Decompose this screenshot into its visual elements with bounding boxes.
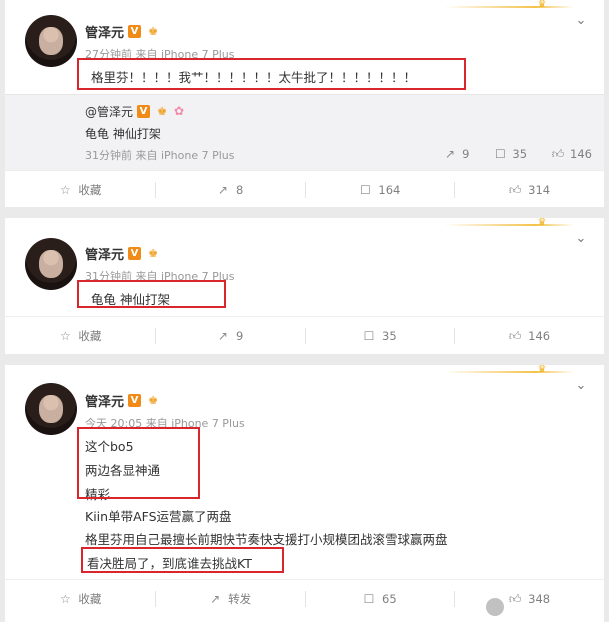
repost-comment-button[interactable]: ☐ 35 xyxy=(493,147,527,161)
comment-icon: ☐ xyxy=(363,592,375,606)
share-icon: ↗ xyxy=(217,183,228,197)
chevron-down-icon[interactable]: ⌄ xyxy=(574,379,588,393)
author-row: 管泽元 V ♚ xyxy=(85,391,161,410)
crown-icon: ♛ xyxy=(537,217,547,228)
weibo-card-1: ♛ ⌄ 管泽元 V ♚ 27分钟前 来自 iPhone 7 Plus 格里芬！！… xyxy=(5,0,604,207)
crown-icon: ♛ xyxy=(537,0,547,10)
repost-button[interactable]: ↗ 转发 xyxy=(154,580,305,618)
verified-icon: V xyxy=(128,394,142,407)
avatar[interactable] xyxy=(25,238,77,290)
thumbs-up-icon: 👍︎ xyxy=(551,147,565,161)
highlight-box xyxy=(77,280,226,308)
crown-icon: ♛ xyxy=(537,364,547,375)
repost-like-button[interactable]: 👍︎ 146 xyxy=(551,147,592,161)
author-name[interactable]: 管泽元 xyxy=(85,391,124,410)
chevron-down-icon[interactable]: ⌄ xyxy=(574,14,588,28)
comment-icon: ☐ xyxy=(363,329,375,343)
level-icon: ♚ xyxy=(148,394,158,407)
avatar[interactable] xyxy=(25,15,77,67)
flower-icon: ✿ xyxy=(174,104,185,118)
gold-decoration xyxy=(444,6,574,8)
repost-button[interactable]: ↗ 8 xyxy=(154,171,305,209)
watermark-logo-icon xyxy=(486,598,505,616)
author-row: 管泽元 V ♚ xyxy=(85,244,161,263)
post-line: Kiin单带AFS运营赢了两盘 xyxy=(85,509,232,524)
chevron-down-icon[interactable]: ⌄ xyxy=(574,232,588,246)
share-icon: ↗ xyxy=(217,329,228,343)
weibo-card-3: ♛ ⌄ 管泽元 V ♚ 今天 20:05 来自 iPhone 7 Plus 这个… xyxy=(5,365,604,622)
repost-time-source: 31分钟前 来自 iPhone 7 Plus xyxy=(85,149,235,162)
gold-decoration xyxy=(444,371,574,373)
comment-button[interactable]: ☐ 164 xyxy=(304,171,455,209)
verified-icon: V xyxy=(128,25,142,38)
star-icon: ☆ xyxy=(59,329,71,343)
level-icon: ♚ xyxy=(148,25,158,38)
repost-button[interactable]: ↗ 9 xyxy=(154,317,305,355)
verified-icon: V xyxy=(128,247,142,260)
repost-author[interactable]: @管泽元 xyxy=(85,103,133,120)
thumbs-up-icon: 👍︎ xyxy=(508,329,522,343)
star-icon: ☆ xyxy=(59,592,71,606)
level-icon: ♚ xyxy=(157,105,167,118)
collect-button[interactable]: ☆ 收藏 xyxy=(5,171,155,209)
author-name[interactable]: 管泽元 xyxy=(85,244,124,263)
level-icon: ♚ xyxy=(148,247,158,260)
repost-repost-button[interactable]: ↗ 9 xyxy=(443,147,469,161)
watermark: 头条 @电竞灵狐 xyxy=(486,598,596,616)
repost-block: @管泽元 V ♚ ✿ 龟龟 神仙打架 31分钟前 来自 iPhone 7 Plu… xyxy=(5,94,604,171)
highlight-box xyxy=(77,427,200,499)
share-icon: ↗ xyxy=(210,592,221,606)
comment-button[interactable]: ☐ 35 xyxy=(304,317,455,355)
action-bar: ☆ 收藏 ↗ 8 ☐ 164 👍︎ 314 xyxy=(5,170,604,209)
author-row: 管泽元 V ♚ xyxy=(85,22,161,41)
gold-decoration xyxy=(444,224,574,226)
like-button[interactable]: 👍︎ 146 xyxy=(454,317,604,355)
highlight-box xyxy=(77,58,466,90)
author-name[interactable]: 管泽元 xyxy=(85,22,124,41)
comment-icon: ☐ xyxy=(360,183,371,197)
repost-actions: ↗ 9 ☐ 35 👍︎ 146 xyxy=(443,147,592,161)
comment-button[interactable]: ☐ 65 xyxy=(304,580,455,618)
share-icon: ↗ xyxy=(445,147,456,161)
highlight-box xyxy=(81,547,284,573)
verified-icon: V xyxy=(137,105,151,118)
collect-button[interactable]: ☆ 收藏 xyxy=(5,317,155,355)
post-line: 格里芬用自己最擅长前期快节奏快支援打小规模团战滚雪球赢两盘 xyxy=(85,532,448,547)
weibo-card-2: ♛ ⌄ 管泽元 V ♚ 31分钟前 来自 iPhone 7 Plus 龟龟 神仙… xyxy=(5,218,604,354)
star-icon: ☆ xyxy=(59,183,71,197)
repost-text: 龟龟 神仙打架 xyxy=(85,127,161,141)
avatar[interactable] xyxy=(25,383,77,435)
action-bar: ☆ 收藏 ↗ 9 ☐ 35 👍︎ 146 xyxy=(5,316,604,355)
thumbs-up-icon: 👍︎ xyxy=(508,183,522,197)
comment-icon: ☐ xyxy=(495,147,506,161)
like-button[interactable]: 👍︎ 314 xyxy=(454,171,604,209)
collect-button[interactable]: ☆ 收藏 xyxy=(5,580,155,618)
